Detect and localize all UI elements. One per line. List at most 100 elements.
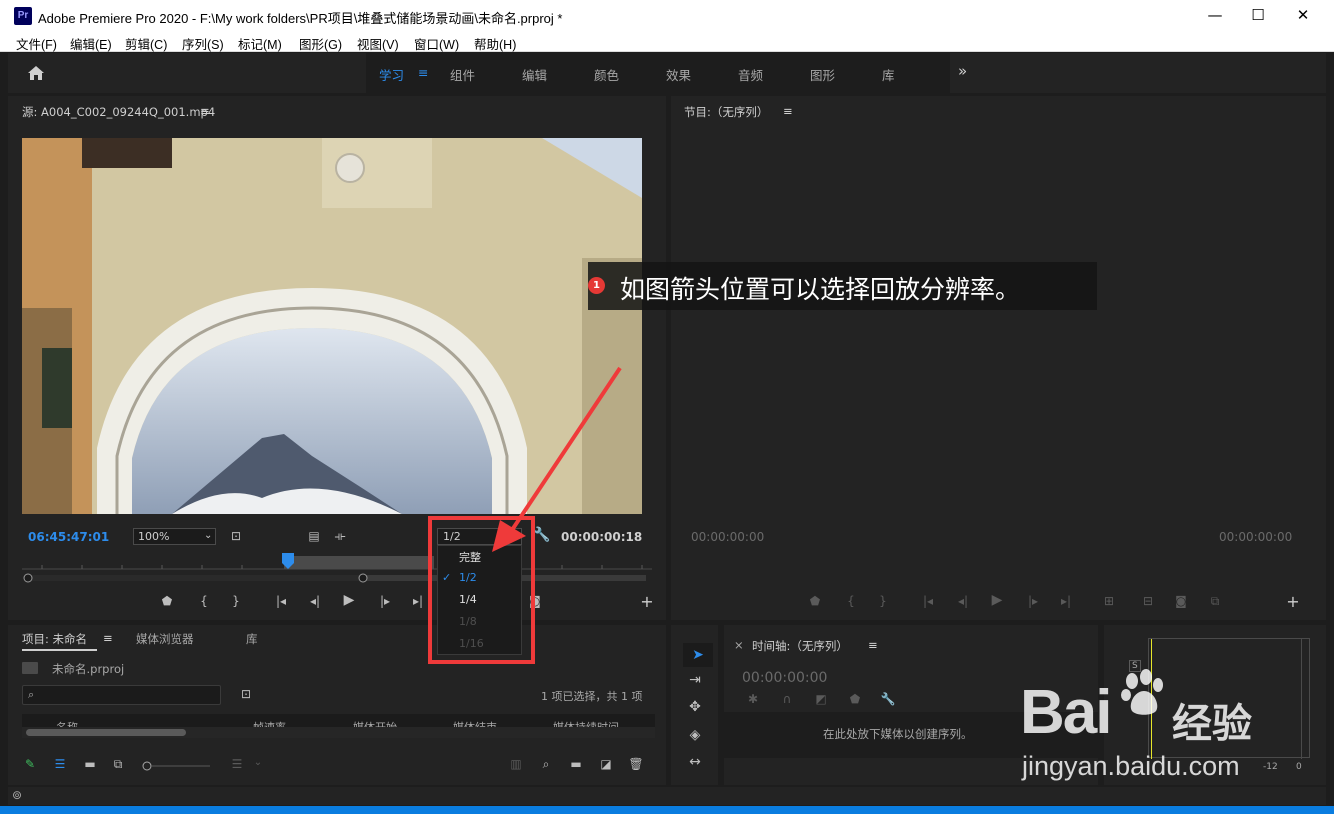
program-monitor-title[interactable]: 节目:（无序列） — [684, 104, 768, 120]
workspace-tab-learn[interactable]: 学习 — [379, 65, 404, 84]
ripple-edit-tool-icon[interactable]: ✥ — [680, 695, 710, 719]
workspace-tab-graphics[interactable]: 图形 — [810, 65, 835, 84]
baidu-jingyan-watermark: Bai 经验 jingyan.baidu.com — [1020, 655, 1320, 785]
add-marker-icon[interactable]: ⬟ — [847, 692, 863, 706]
workspace-overflow-icon[interactable]: » — [958, 62, 967, 80]
source-monitor-title[interactable]: 源: A004_C002_09244Q_001.mp4 — [22, 104, 215, 120]
minimize-button[interactable]: — — [1192, 0, 1238, 32]
wrench-icon[interactable]: 🔧 — [880, 692, 896, 706]
menu-sequence[interactable]: 序列(S) — [182, 34, 224, 53]
workspace-menu-icon[interactable]: ≡ — [418, 65, 428, 80]
maximize-button[interactable]: ☐ — [1235, 0, 1281, 32]
step-forward-icon[interactable]: |▸ — [377, 594, 393, 608]
menu-view[interactable]: 视图(V) — [357, 34, 399, 53]
linked-selection-icon[interactable]: ◩ — [813, 692, 829, 706]
new-bin-icon[interactable]: ▬ — [568, 757, 584, 771]
slip-tool-icon[interactable]: ↔ — [680, 750, 710, 774]
mark-out-icon[interactable]: } — [228, 594, 244, 608]
find-icon[interactable]: ⊡ — [238, 687, 254, 701]
status-bar: ⊚ — [8, 787, 1326, 805]
step-back-icon[interactable]: ◂| — [307, 594, 323, 608]
menu-graphics[interactable]: 图形(G) — [299, 34, 342, 53]
track-select-tool-icon[interactable]: ⇥ — [680, 668, 710, 692]
baidu-paw-logo — [1120, 669, 1168, 717]
menu-clip[interactable]: 剪辑(C) — [125, 34, 167, 53]
close-button[interactable]: ✕ — [1280, 0, 1326, 32]
chevron-down-icon: ⌄ — [204, 530, 213, 541]
timeline-menu-icon[interactable]: ≡ — [868, 638, 878, 652]
play-icon[interactable]: ▶ — [341, 592, 357, 608]
menu-file[interactable]: 文件(F) — [16, 34, 57, 53]
sort-icon[interactable]: ☰ — [229, 757, 245, 771]
project-search-input[interactable]: ⌕ — [22, 685, 221, 705]
mark-in-icon[interactable]: { — [196, 594, 212, 608]
step-forward-icon[interactable]: |▸ — [1025, 594, 1041, 608]
add-button-icon[interactable]: + — [639, 592, 655, 611]
selection-tool-icon[interactable]: ➤ — [683, 643, 713, 667]
step-back-icon[interactable]: ◂| — [955, 594, 971, 608]
timeline-close-icon[interactable]: × — [734, 638, 744, 652]
lift-icon[interactable]: ⊞ — [1101, 594, 1117, 608]
workspace-tab-color[interactable]: 颜色 — [594, 65, 619, 84]
go-to-in-icon[interactable]: |◂ — [273, 594, 289, 608]
workspace-tab-effects[interactable]: 效果 — [666, 65, 691, 84]
extract-icon[interactable]: ⊟ — [1140, 594, 1156, 608]
list-view-icon[interactable]: ☰ — [52, 757, 68, 771]
go-to-out-icon[interactable]: ▸| — [410, 594, 426, 608]
pencil-icon[interactable]: ✎ — [22, 757, 38, 771]
chevron-down-icon[interactable]: ⌄ — [250, 757, 266, 768]
search-icon[interactable]: ⌕ — [538, 757, 554, 772]
program-timecode-current[interactable]: 00:00:00:00 — [691, 530, 764, 544]
icon-view-icon[interactable]: ▬ — [82, 757, 98, 771]
freeform-view-icon[interactable]: ⧉ — [110, 757, 126, 772]
mark-out-icon[interactable]: } — [875, 594, 891, 608]
program-monitor-menu-icon[interactable]: ≡ — [783, 104, 793, 118]
nest-icon[interactable]: ✱ — [745, 692, 761, 706]
timeline-empty-message: 在此处放下媒体以创建序列。 — [823, 727, 973, 741]
menu-edit[interactable]: 编辑(E) — [70, 34, 112, 53]
play-icon[interactable]: ▶ — [989, 592, 1005, 608]
source-current-timecode[interactable]: 06:45:47:01 — [28, 530, 109, 544]
workspace-tab-editing[interactable]: 编辑 — [522, 65, 547, 84]
timeline-title[interactable]: 时间轴:（无序列） — [752, 638, 848, 654]
tab-libraries[interactable]: 库 — [246, 631, 258, 647]
source-monitor-menu-icon[interactable]: ≡ — [200, 104, 210, 118]
home-icon[interactable] — [26, 64, 46, 82]
menu-window[interactable]: 窗口(W) — [414, 34, 459, 53]
timeline-timecode[interactable]: 00:00:00:00 — [742, 670, 827, 686]
camera-icon[interactable]: ◙ — [1173, 594, 1189, 608]
comparison-view-icon[interactable]: ⧉ — [1207, 594, 1223, 609]
menu-help[interactable]: 帮助(H) — [474, 34, 516, 53]
go-to-out-icon[interactable]: ▸| — [1058, 594, 1074, 608]
tab-project[interactable]: 项目: 未命名 — [22, 631, 87, 647]
playhead-marker[interactable] — [280, 553, 296, 569]
add-marker-icon[interactable]: ⬟ — [807, 594, 823, 608]
razor-tool-icon[interactable]: ◈ — [680, 723, 710, 747]
drag-audio-icon[interactable]: ⟛ — [332, 529, 348, 544]
automate-to-sequence-icon[interactable]: ▥ — [508, 757, 524, 771]
watermark-url: jingyan.baidu.com — [1022, 751, 1240, 781]
selection-status: 1 项已选择，共 1 项 — [541, 690, 643, 703]
horizontal-scrollbar-thumb[interactable] — [26, 729, 186, 736]
source-zoom-scrollbar[interactable] — [22, 572, 652, 583]
window-border — [0, 806, 1334, 814]
workspace-tab-audio[interactable]: 音频 — [738, 65, 763, 84]
workspace-tab-libraries[interactable]: 库 — [882, 65, 895, 84]
thumbnail-size-slider[interactable] — [142, 760, 212, 771]
tab-media-browser[interactable]: 媒体浏览器 — [136, 631, 194, 647]
snap-icon[interactable]: ∩ — [779, 692, 795, 706]
zoom-level-select[interactable]: 100% ⌄ — [133, 528, 216, 545]
workspace-tab-assembly[interactable]: 组件 — [450, 65, 475, 84]
trash-icon[interactable]: 🗑 — [628, 757, 644, 771]
add-marker-icon[interactable]: ⬟ — [159, 594, 175, 608]
project-menu-icon[interactable]: ≡ — [103, 631, 113, 645]
add-button-icon[interactable]: + — [1285, 592, 1301, 611]
search-icon: ⌕ — [28, 688, 35, 701]
creative-cloud-icon[interactable]: ⊚ — [12, 788, 22, 802]
insert-icon[interactable]: ▤ — [306, 529, 322, 543]
go-to-in-icon[interactable]: |◂ — [920, 594, 936, 608]
new-item-icon[interactable]: ◪ — [598, 757, 614, 771]
safe-margins-icon[interactable]: ⊡ — [228, 529, 244, 543]
mark-in-icon[interactable]: { — [843, 594, 859, 608]
menu-marker[interactable]: 标记(M) — [238, 34, 282, 53]
